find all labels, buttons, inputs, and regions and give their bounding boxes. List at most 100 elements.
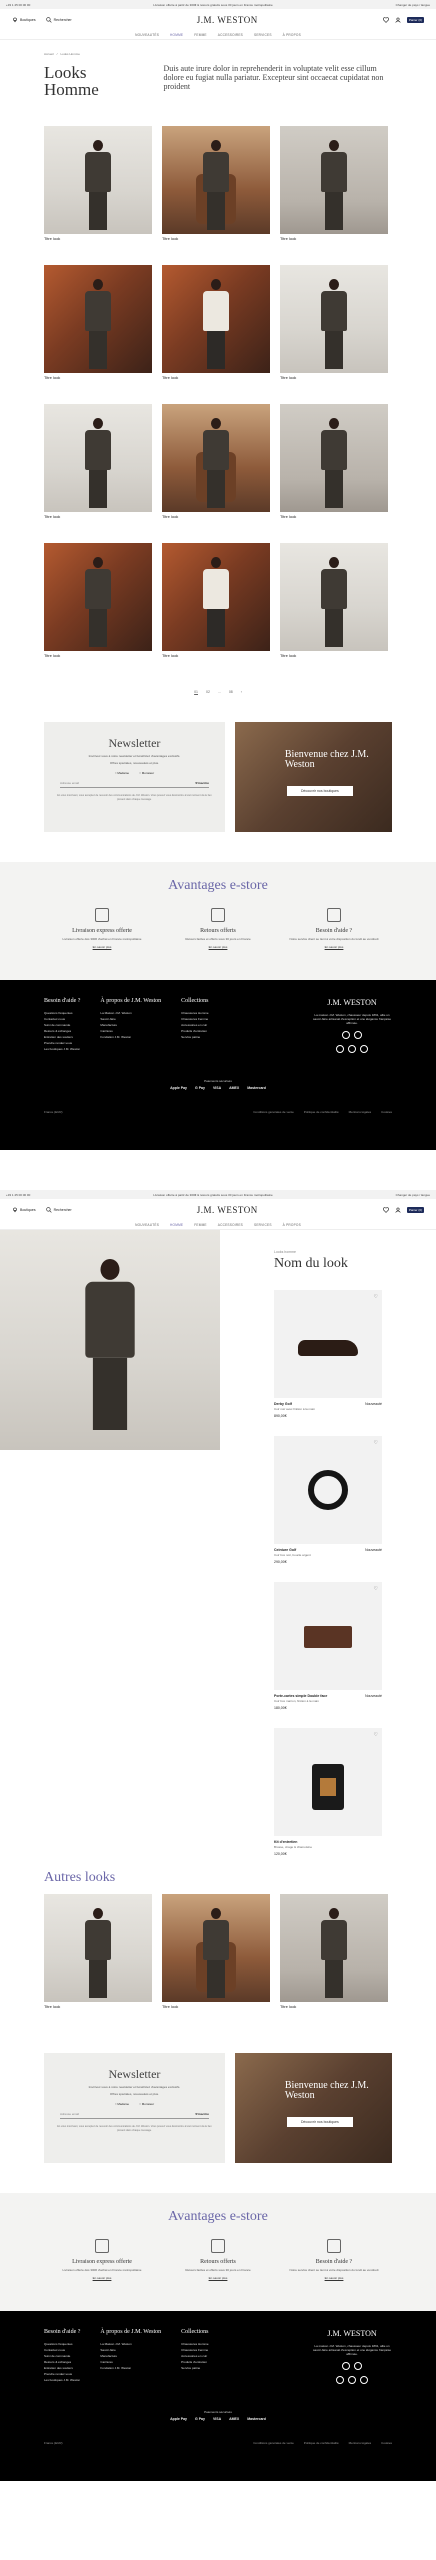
product-card[interactable]: ♡ Ceinture Golf Nouveauté Cuir box noir, … [274, 1436, 382, 1564]
logo[interactable]: J.M. WESTON [197, 15, 258, 25]
look-image[interactable] [280, 265, 388, 373]
footer-logo[interactable]: J.M. WESTON [312, 2329, 392, 2338]
footer-link[interactable]: Fondation J.M. Weston [100, 2365, 161, 2371]
heart-icon[interactable] [382, 16, 389, 23]
user-icon[interactable] [395, 1207, 401, 1213]
nav-item[interactable]: HOMME [170, 33, 183, 37]
legal-link[interactable]: Mentions légales [349, 1110, 372, 1114]
logo[interactable]: J.M. WESTON [197, 1205, 258, 1215]
footer-link[interactable]: Service patine [181, 1034, 208, 1040]
email-placeholder[interactable]: Adresse email [60, 781, 79, 785]
product-card[interactable]: ♡ Kit d'entretien Brosse, cirage & chamo… [274, 1728, 382, 1856]
look-image[interactable] [280, 543, 388, 651]
look-image[interactable] [162, 1894, 270, 2002]
look-image[interactable] [44, 543, 152, 651]
advantage-link[interactable]: En savoir plus [279, 2276, 389, 2280]
footer-link[interactable]: Les boutiques J.M. Weston [44, 1046, 80, 1052]
look-card[interactable]: Titre look [162, 1894, 270, 2033]
look-title[interactable]: Titre look [280, 375, 388, 380]
look-title[interactable]: Titre look [44, 2004, 152, 2009]
radio-monsieur[interactable]: ○ Monsieur [139, 2102, 154, 2106]
look-title[interactable]: Titre look [162, 653, 270, 658]
country-selector[interactable]: France (EUR) [44, 1110, 63, 1114]
page-link[interactable]: 01 [194, 690, 198, 722]
advantage-link[interactable]: En savoir plus [163, 945, 273, 949]
product-image[interactable]: ♡ [274, 1436, 382, 1544]
radio-madame[interactable]: ○ Madame [115, 771, 129, 775]
product-name[interactable]: Kit d'entretien [274, 1840, 297, 1844]
nav-item[interactable]: SERVICES [254, 33, 272, 37]
product-name[interactable]: Ceinture Golf [274, 1548, 296, 1552]
legal-link[interactable]: Conditions générales de vente [253, 2441, 294, 2445]
footer-link[interactable]: Fondation J.M. Weston [100, 1034, 161, 1040]
legal-link[interactable]: Cookies [381, 1110, 392, 1114]
nav-item[interactable]: SERVICES [254, 1223, 272, 1227]
look-image[interactable] [44, 126, 152, 234]
look-image[interactable] [162, 126, 270, 234]
look-image[interactable] [44, 1894, 152, 2002]
discover-stores-button[interactable]: Découvrir nos boutiques [286, 786, 353, 796]
topbar-country[interactable]: Changer de pays / langue [396, 1193, 430, 1197]
bag-button[interactable]: Panier (0) [406, 1206, 424, 1213]
nav-item[interactable]: NOUVEAUTÉS [135, 1223, 159, 1227]
look-image[interactable] [162, 543, 270, 651]
linkedin-icon[interactable] [360, 2376, 368, 2384]
breadcrumb-item[interactable]: Accueil [44, 52, 54, 56]
heart-icon[interactable] [382, 1206, 389, 1213]
boutiques-link[interactable]: Boutiques [12, 17, 36, 23]
wishlist-icon[interactable]: ♡ [374, 1440, 378, 1446]
product-image[interactable]: ♡ [274, 1728, 382, 1836]
facebook-icon[interactable] [342, 2362, 350, 2370]
next-page-icon[interactable]: › [241, 690, 242, 722]
wechat-icon[interactable] [348, 1045, 356, 1053]
look-title[interactable]: Titre look [44, 236, 152, 241]
look-image[interactable] [44, 404, 152, 512]
email-placeholder[interactable]: Adresse email [60, 2112, 79, 2116]
look-image[interactable] [162, 265, 270, 373]
youtube-icon[interactable] [354, 1031, 362, 1039]
nav-item[interactable]: ACCESSOIRES [218, 33, 243, 37]
boutiques-link[interactable]: Boutiques [12, 1207, 36, 1213]
look-title[interactable]: Titre look [44, 514, 152, 519]
footer-link[interactable]: Les boutiques J.M. Weston [44, 2377, 80, 2383]
user-icon[interactable] [395, 17, 401, 23]
look-card[interactable]: Titre look [280, 404, 388, 543]
instagram-icon[interactable] [336, 2376, 344, 2384]
look-title[interactable]: Titre look [162, 375, 270, 380]
product-image[interactable]: ♡ [274, 1290, 382, 1398]
nav-item[interactable]: HOMME [170, 1223, 183, 1227]
facebook-icon[interactable] [342, 1031, 350, 1039]
topbar-phone[interactable]: +33 1 45 00 00 00 [6, 3, 30, 7]
look-image[interactable] [44, 265, 152, 373]
wechat-icon[interactable] [348, 2376, 356, 2384]
subscribe-button[interactable]: S'inscrire [195, 2112, 209, 2116]
look-card[interactable]: Titre look [44, 404, 152, 543]
look-title[interactable]: Titre look [280, 514, 388, 519]
page-link[interactable]: 08 [229, 690, 233, 722]
legal-link[interactable]: Cookies [381, 2441, 392, 2445]
country-selector[interactable]: France (EUR) [44, 2441, 63, 2445]
look-card[interactable]: Titre look [280, 126, 388, 265]
look-card[interactable]: Titre look [44, 543, 152, 682]
look-card[interactable]: Titre look [162, 543, 270, 682]
radio-monsieur[interactable]: ○ Monsieur [139, 771, 154, 775]
footer-link[interactable]: Service patine [181, 2365, 208, 2371]
wishlist-icon[interactable]: ♡ [374, 1294, 378, 1300]
youtube-icon[interactable] [354, 2362, 362, 2370]
footer-logo[interactable]: J.M. WESTON [312, 998, 392, 1007]
look-image[interactable] [162, 404, 270, 512]
email-field[interactable]: Adresse email S'inscrire [60, 2112, 209, 2119]
look-card[interactable]: Titre look [280, 265, 388, 404]
product-card[interactable]: ♡ Porte-cartes simple Double face Nouveau… [274, 1582, 382, 1710]
instagram-icon[interactable] [336, 1045, 344, 1053]
product-image[interactable]: ♡ [274, 1582, 382, 1690]
look-title[interactable]: Titre look [162, 514, 270, 519]
nav-item[interactable]: FEMME [194, 33, 207, 37]
look-title[interactable]: Titre look [44, 653, 152, 658]
radio-madame[interactable]: ○ Madame [115, 2102, 129, 2106]
wishlist-icon[interactable]: ♡ [374, 1732, 378, 1738]
discover-stores-button[interactable]: Découvrir nos boutiques [286, 2117, 353, 2127]
legal-link[interactable]: Mentions légales [349, 2441, 372, 2445]
look-card[interactable]: Titre look [44, 265, 152, 404]
nav-item[interactable]: ACCESSOIRES [218, 1223, 243, 1227]
